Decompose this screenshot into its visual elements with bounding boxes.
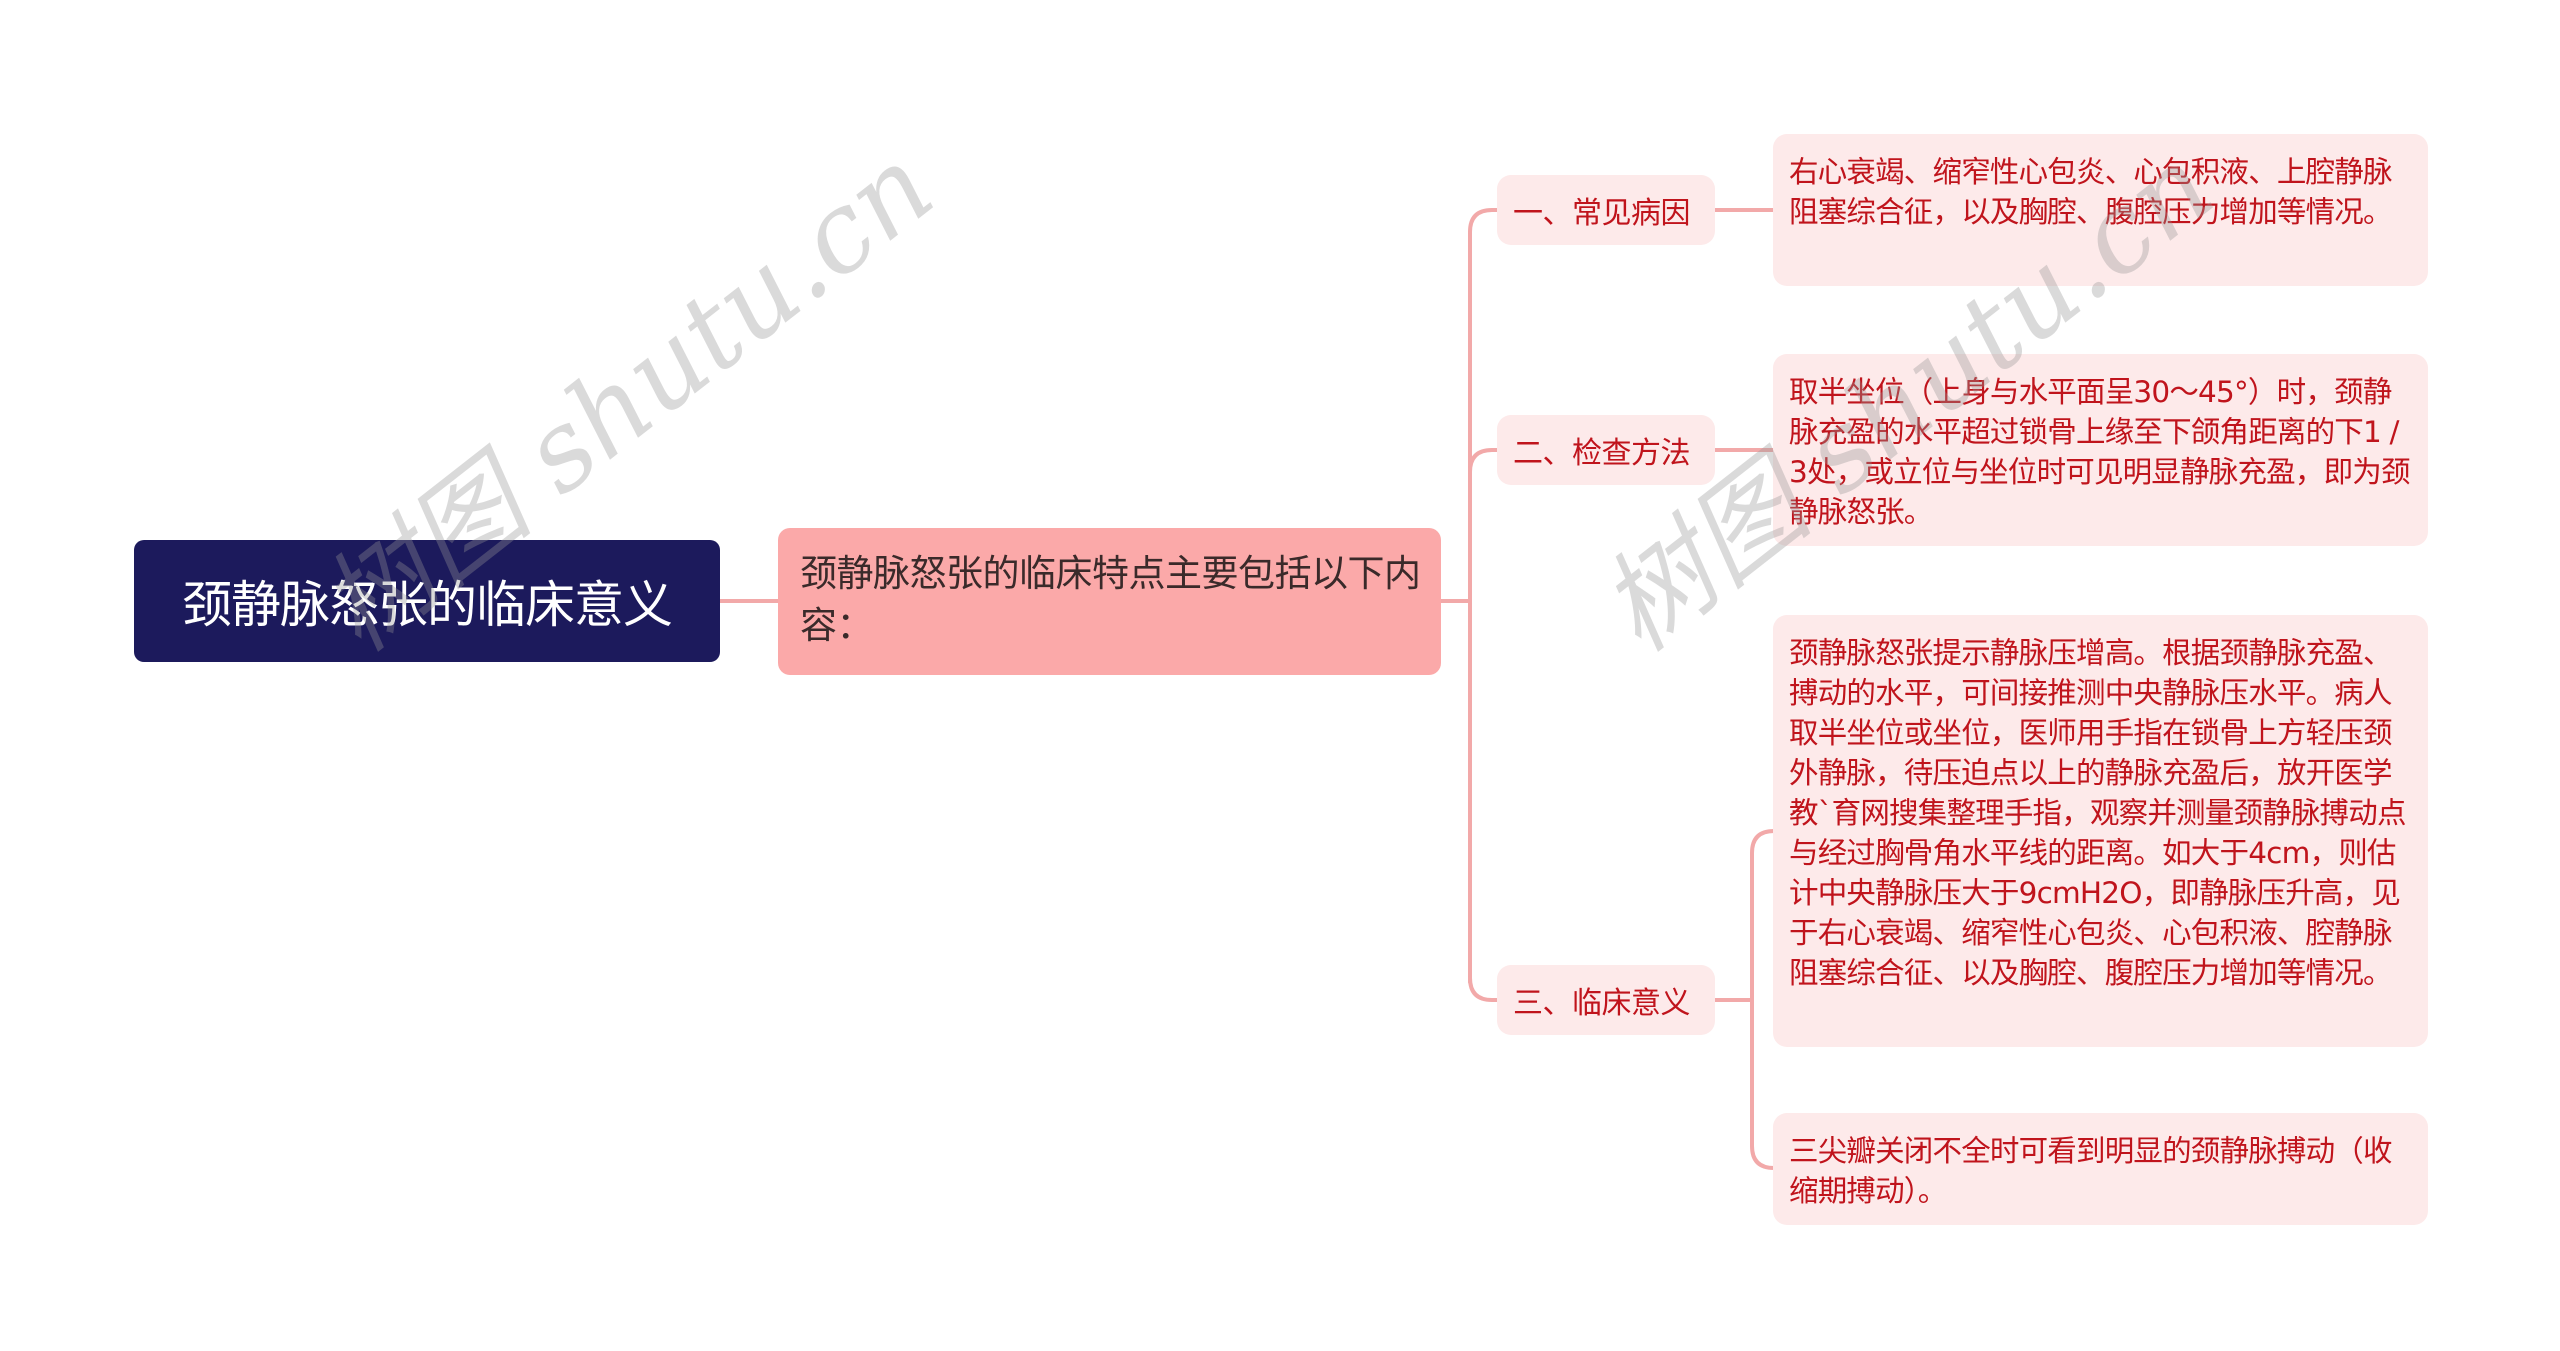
branch-label: 二、检查方法 [1513, 436, 1691, 471]
leaf-text: 取半坐位（上身与水平面呈30～45°）时，颈静脉充盈的水平超过锁骨上缘至下颌角距… [1789, 375, 2410, 529]
leaf-node-tricuspid[interactable]: 三尖瓣关闭不全时可看到明显的颈静脉搏动（收缩期搏动）。 [1773, 1113, 2428, 1225]
branch-node-exam-method[interactable]: 二、检查方法 [1497, 415, 1715, 485]
leaf-text: 三尖瓣关闭不全时可看到明显的颈静脉搏动（收缩期搏动）。 [1789, 1134, 2393, 1208]
branch-node-causes[interactable]: 一、常见病因 [1497, 175, 1715, 245]
leaf-node-exam-method[interactable]: 取半坐位（上身与水平面呈30～45°）时，颈静脉充盈的水平超过锁骨上缘至下颌角距… [1773, 354, 2428, 546]
connector-branch-3 [1468, 976, 1499, 1002]
leaf-text: 右心衰竭、缩窄性心包炎、心包积液、上腔静脉阻塞综合征，以及胸腔、腹腔压力增加等情… [1789, 155, 2393, 229]
center-node[interactable]: 颈静脉怒张的临床特点主要包括以下内容： [778, 528, 1441, 675]
center-label: 颈静脉怒张的临床特点主要包括以下内容： [800, 552, 1421, 647]
root-node[interactable]: 颈静脉怒张的临床意义 [134, 540, 720, 662]
branch-node-clinical-significance[interactable]: 三、临床意义 [1497, 965, 1715, 1035]
connector-branch-2 [1468, 448, 1499, 474]
mindmap-canvas: 颈静脉怒张的临床意义 颈静脉怒张的临床特点主要包括以下内容： 一、常见病因 右心… [0, 0, 2560, 1351]
connector-leaf-3a [1750, 829, 1775, 1170]
branch-label: 三、临床意义 [1513, 986, 1691, 1021]
connector-branch-1 [1468, 208, 1499, 234]
root-label: 颈静脉怒张的临床意义 [182, 576, 673, 634]
leaf-node-clinical-significance-detail[interactable]: 颈静脉怒张提示静脉压增高。根据颈静脉充盈、搏动的水平，可间接推测中央静脉压水平。… [1773, 615, 2428, 1047]
branch-label: 一、常见病因 [1513, 196, 1691, 231]
leaf-text: 颈静脉怒张提示静脉压增高。根据颈静脉充盈、搏动的水平，可间接推测中央静脉压水平。… [1789, 636, 2406, 990]
leaf-node-causes[interactable]: 右心衰竭、缩窄性心包炎、心包积液、上腔静脉阻塞综合征，以及胸腔、腹腔压力增加等情… [1773, 134, 2428, 286]
